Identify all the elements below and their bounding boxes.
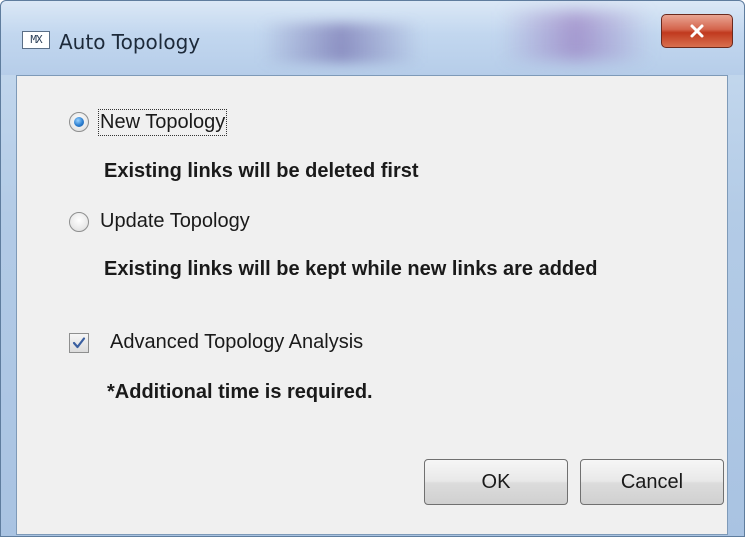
dialog-content: New Topology Existing links will be dele…	[16, 75, 728, 535]
app-icon: MX	[22, 31, 50, 49]
new-topology-description: Existing links will be deleted first	[104, 160, 419, 182]
close-icon	[690, 24, 704, 38]
advanced-analysis-checkbox[interactable]	[69, 333, 89, 353]
title-bar[interactable]: MX Auto Topology	[1, 1, 744, 75]
titlebar-glow	[261, 23, 421, 63]
close-button[interactable]	[661, 14, 733, 48]
cancel-button[interactable]: Cancel	[580, 459, 724, 505]
auto-topology-dialog: MX Auto Topology New Topology Existing l…	[0, 0, 745, 537]
window-title: Auto Topology	[59, 30, 201, 54]
new-topology-radio[interactable]	[69, 112, 89, 132]
update-topology-radio[interactable]	[69, 212, 89, 232]
advanced-analysis-label[interactable]: Advanced Topology Analysis	[110, 331, 363, 354]
update-topology-label[interactable]: Update Topology	[100, 210, 250, 233]
additional-time-note: *Additional time is required.	[107, 381, 373, 403]
ok-button[interactable]: OK	[424, 459, 568, 505]
update-topology-description: Existing links will be kept while new li…	[104, 258, 598, 280]
checkmark-icon	[72, 337, 86, 349]
new-topology-label[interactable]: New Topology	[97, 109, 228, 136]
titlebar-glow	[501, 11, 651, 61]
radio-selected-dot	[74, 117, 84, 127]
